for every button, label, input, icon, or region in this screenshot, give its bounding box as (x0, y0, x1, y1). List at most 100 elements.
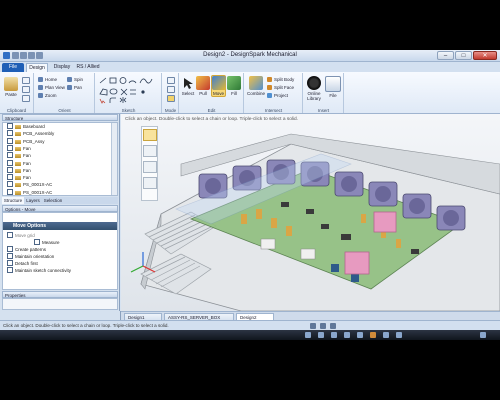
visibility-checkbox[interactable] (7, 174, 13, 181)
copy-icon[interactable] (22, 86, 30, 93)
tree-item[interactable]: PS_0001X-AC (6, 181, 52, 188)
quick-access-undo-icon[interactable] (36, 52, 43, 59)
paste-button[interactable]: Paste (3, 77, 19, 97)
quick-access-open-icon[interactable] (20, 52, 27, 59)
tree-item-label: Fan (23, 175, 31, 181)
visibility-checkbox[interactable] (7, 181, 13, 188)
pan-button[interactable]: Pan (67, 84, 82, 91)
3d-mode-icon[interactable] (167, 95, 175, 102)
view-pan-icon[interactable] (344, 332, 350, 338)
app-icon[interactable] (3, 52, 10, 59)
tab-layers[interactable]: Layers (24, 197, 42, 204)
split-body-button[interactable]: Split Body (267, 76, 294, 83)
view-grid-icon[interactable] (396, 332, 402, 338)
close-button[interactable]: ✕ (473, 51, 497, 60)
tree-item[interactable]: PS_0001X-AC (6, 188, 52, 196)
tree-item[interactable]: PCB_Assembly (6, 130, 54, 137)
spin-icon (67, 77, 72, 82)
section-mode-icon[interactable] (167, 86, 175, 93)
move-button[interactable]: Move (211, 75, 226, 97)
maximize-button[interactable]: □ (455, 51, 472, 60)
spin-button[interactable]: Spin (67, 76, 83, 83)
view-measure-icon[interactable] (383, 332, 389, 338)
move-label: Move (212, 91, 224, 96)
online-library-button[interactable]: Online Library (305, 76, 323, 101)
3d-model-view[interactable] (121, 114, 500, 311)
status-snap-icon[interactable] (330, 323, 336, 329)
ribbon-group-sketch: Sketch (96, 73, 162, 113)
visibility-checkbox[interactable] (7, 188, 13, 195)
view-render-icon[interactable] (370, 332, 376, 338)
view-zoom-icon[interactable] (318, 332, 324, 338)
tab-selection[interactable]: Selection (42, 197, 64, 204)
visibility-checkbox[interactable] (7, 123, 13, 129)
tab-rs-allied[interactable]: RS / Allied (74, 63, 102, 72)
view-spin-icon[interactable] (331, 332, 337, 338)
tab-design[interactable]: Design (26, 63, 48, 72)
option-checkbox[interactable] (7, 246, 13, 252)
sketch-tools[interactable] (98, 76, 160, 104)
tree-item[interactable]: Fan (6, 159, 31, 167)
option-checkbox[interactable] (7, 267, 13, 273)
view-home-icon[interactable] (305, 332, 311, 338)
create-patterns-option[interactable]: Create patterns (6, 246, 46, 253)
quick-access-save-icon[interactable] (28, 52, 35, 59)
tab-display[interactable]: Display (50, 63, 74, 72)
pull-button[interactable]: Pull (196, 76, 210, 96)
sketch-mode-icon[interactable] (167, 77, 175, 84)
detach-first-option[interactable]: Detach first (6, 260, 38, 267)
design-viewport[interactable]: Click an object. Double-click to select … (121, 114, 500, 311)
status-select-icon[interactable] (310, 323, 316, 329)
tree-scrollbar[interactable] (111, 123, 117, 195)
file-insert-button[interactable]: File (325, 76, 341, 98)
home-button[interactable]: Home (38, 76, 57, 83)
cut-icon[interactable] (22, 77, 30, 84)
move-along-icon[interactable] (143, 161, 157, 173)
visibility-checkbox[interactable] (7, 144, 13, 151)
plan-view-button[interactable]: Plan View (38, 84, 65, 91)
fill-button[interactable]: Fill (227, 76, 241, 96)
tree-item[interactable]: Fan (6, 144, 31, 152)
quick-access-new-icon[interactable] (12, 52, 19, 59)
visibility-checkbox[interactable] (7, 130, 13, 137)
component-icon (15, 139, 21, 144)
visibility-checkbox[interactable] (7, 152, 13, 159)
visibility-checkbox[interactable] (7, 166, 13, 173)
move-grid-option[interactable]: Move grid (6, 232, 35, 239)
structure-tree[interactable]: Baseboard PCB_Assembly PCB_Assy Fan Fan … (2, 122, 118, 196)
combine-button[interactable]: Combine (246, 76, 266, 96)
maintain-orientation-option[interactable]: Maintain orientation (6, 253, 54, 260)
view-mode-icon[interactable] (480, 332, 486, 338)
tree-item[interactable]: PCB_Assy (6, 137, 45, 145)
tree-item[interactable]: Baseboard (6, 123, 45, 130)
tree-item[interactable]: Fan (6, 174, 31, 181)
visibility-checkbox[interactable] (7, 159, 13, 166)
tree-item[interactable]: Fan (6, 166, 31, 174)
project-button[interactable]: Project (267, 92, 288, 99)
status-filter-icon[interactable] (320, 323, 326, 329)
select-button[interactable]: Select (181, 76, 195, 96)
select-mode-icon[interactable] (143, 129, 157, 141)
option-checkbox[interactable] (7, 232, 13, 238)
zoom-button[interactable]: Zoom (38, 92, 57, 99)
group-label-edit: Edit (207, 108, 216, 113)
split-face-button[interactable]: Split Face (267, 84, 294, 91)
tab-structure[interactable]: Structure (2, 197, 24, 204)
option-label: Maintain sketch connectivity (15, 268, 72, 273)
minimize-button[interactable]: – (437, 51, 454, 60)
format-icon[interactable] (22, 95, 30, 102)
option-checkbox[interactable] (7, 260, 13, 266)
pull-icon (196, 76, 210, 90)
option-checkbox[interactable] (34, 239, 40, 245)
visibility-checkbox[interactable] (7, 137, 13, 144)
view-section-icon[interactable] (357, 332, 363, 338)
option-checkbox[interactable] (7, 253, 13, 259)
ruler-icon[interactable] (143, 145, 157, 157)
maintain-sketch-connectivity-option[interactable]: Maintain sketch connectivity (6, 267, 71, 274)
option-label: Measure (42, 240, 60, 245)
tab-file[interactable]: File (2, 63, 24, 72)
tree-item[interactable]: Fan (6, 152, 31, 159)
anchor-icon[interactable] (143, 177, 157, 189)
measure-option[interactable]: Measure (33, 239, 60, 246)
letterbox-top (0, 0, 500, 50)
